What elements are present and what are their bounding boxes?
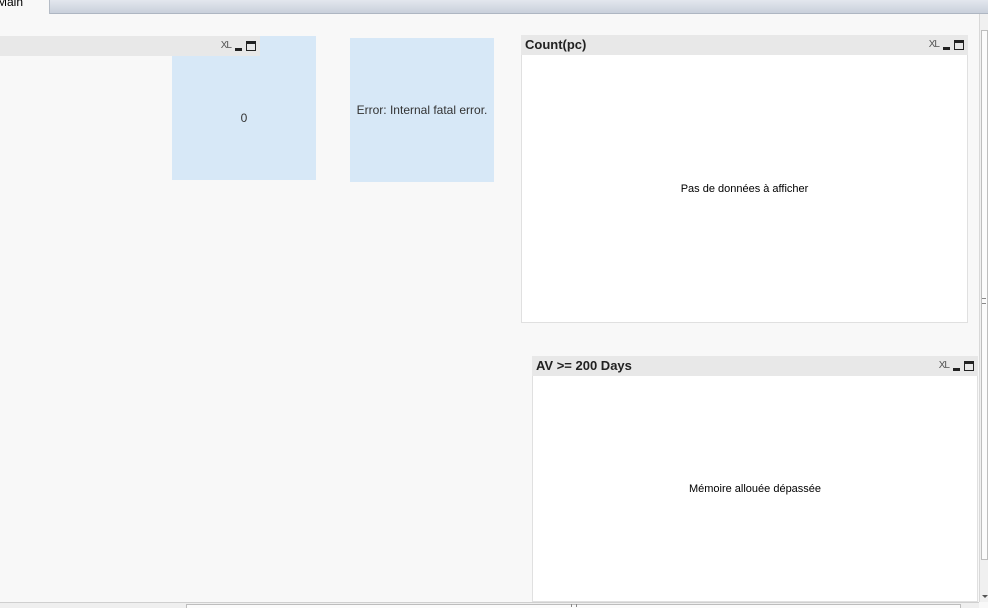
tab-main[interactable]: Main (0, 0, 50, 14)
count-value: 0 (240, 111, 248, 125)
xl-export-icon[interactable]: XL (221, 40, 232, 52)
maximize-icon[interactable] (964, 361, 974, 371)
count-pc-caption-icons: XL (929, 39, 964, 51)
sheet-tab-bar: Main (0, 0, 988, 14)
no-data-message: Pas de données à afficher (680, 182, 809, 195)
minimize-icon[interactable] (953, 360, 960, 372)
vertical-scrollbar[interactable] (979, 14, 988, 602)
text-box-count-top (260, 36, 316, 56)
text-box-count[interactable]: 0 (172, 56, 316, 180)
count-pc-caption[interactable]: Count(pc) XL (521, 35, 968, 55)
scroll-down-arrow-icon[interactable] (982, 595, 988, 598)
xl-export-icon[interactable]: XL (939, 360, 950, 372)
memory-exceeded-message: Mémoire allouée dépassée (688, 482, 822, 495)
vertical-scroll-thumb[interactable] (981, 30, 988, 560)
error-message: Error: Internal fatal error. (356, 103, 488, 117)
xl-export-icon[interactable]: XL (929, 39, 940, 51)
maximize-icon[interactable] (954, 40, 964, 50)
av-200-chart-body[interactable]: Mémoire allouée dépassée (532, 376, 978, 602)
horizontal-scrollbar[interactable] (0, 602, 979, 608)
maximize-icon[interactable] (246, 41, 256, 51)
text-box-error[interactable]: Error: Internal fatal error. (350, 38, 494, 182)
qlik-sheet: Main XL 0 Error: Internal fatal error. C… (0, 0, 988, 608)
count-pc-chart-body[interactable]: Pas de données à afficher (521, 55, 968, 323)
count-pc-title: Count(pc) (525, 37, 587, 52)
av-200-caption-icons: XL (939, 360, 974, 372)
av-200-title: AV >= 200 Days (536, 358, 632, 373)
scroll-grip-icon (982, 298, 986, 304)
left-panel-caption[interactable]: XL (0, 36, 260, 56)
minimize-icon[interactable] (235, 40, 242, 52)
left-panel-caption-icons: XL (221, 40, 256, 52)
scroll-grip-icon (571, 604, 577, 607)
minimize-icon[interactable] (943, 39, 950, 51)
av-200-caption[interactable]: AV >= 200 Days XL (532, 356, 978, 376)
